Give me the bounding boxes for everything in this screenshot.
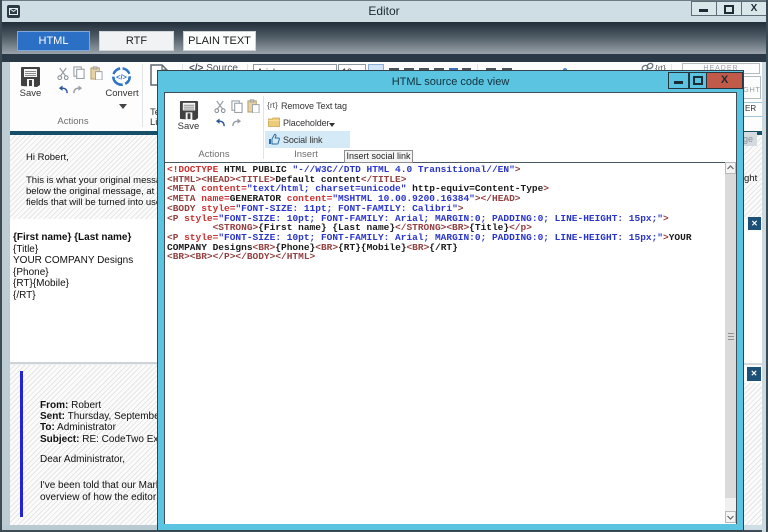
svg-text:</>: </> <box>116 73 127 82</box>
